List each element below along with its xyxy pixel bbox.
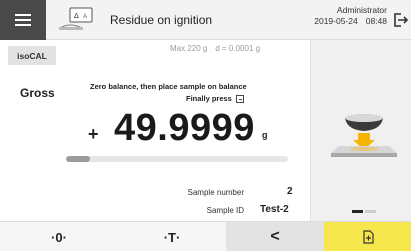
- balance-capacity-info: Max 220 g d = 0.0001 g: [170, 44, 260, 53]
- app-title: Residue on ignition: [110, 13, 213, 27]
- hamburger-menu-icon-bar: [15, 24, 31, 26]
- delta-weighing-icon[interactable]: Δ A: [56, 6, 96, 32]
- max-capacity: Max 220 g: [170, 44, 208, 53]
- accept-document-icon: [362, 230, 374, 244]
- accept-document-icon: [235, 94, 244, 103]
- logout-icon[interactable]: [392, 12, 408, 28]
- header-bar: Δ A Residue on ignition Administrator 20…: [0, 0, 411, 40]
- pager-dot-active[interactable]: [352, 210, 363, 213]
- weighing-progress-bar: [66, 156, 288, 162]
- progress-fill: [66, 156, 91, 162]
- weight-unit: g: [262, 130, 268, 140]
- weight-display: 49.9999: [114, 107, 255, 149]
- pager-dot[interactable]: [365, 210, 376, 213]
- accept-button[interactable]: [324, 222, 411, 251]
- user-datetime: Administrator 2019-05-24 08:48: [314, 5, 387, 27]
- weight-mode-label: Gross: [20, 86, 55, 100]
- place-sample-on-balance-illustration: [331, 114, 397, 157]
- sample-id-value: Test-2: [260, 204, 289, 215]
- weight-sign: +: [88, 124, 99, 144]
- illustration-pager: [352, 210, 376, 213]
- instruction-text: Finally press: [186, 94, 232, 103]
- zero-button[interactable]: ·0·: [0, 222, 118, 251]
- isocal-button[interactable]: isoCAL: [8, 46, 56, 65]
- hamburger-menu-icon-bar: [15, 19, 31, 21]
- menu-button[interactable]: [0, 0, 46, 40]
- illustration-panel: [310, 40, 411, 221]
- instruction-line-1: Zero balance, then place sample on balan…: [90, 82, 247, 91]
- bottom-action-bar: ·0· ·T· <: [0, 221, 411, 251]
- svg-text:Δ: Δ: [74, 12, 79, 20]
- readability: d = 0.0001 g: [215, 44, 261, 53]
- time-text: 08:48: [365, 16, 387, 26]
- hamburger-menu-icon: [15, 14, 31, 16]
- sample-id-label: Sample ID: [206, 206, 244, 215]
- back-button[interactable]: <: [226, 222, 324, 251]
- sample-number-value: 2: [287, 186, 293, 197]
- sample-number-label: Sample number: [187, 188, 244, 197]
- user-name: Administrator: [336, 5, 387, 15]
- date-text: 2019-05-24: [314, 16, 358, 26]
- tare-button[interactable]: ·T·: [118, 222, 226, 251]
- datetime: 2019-05-24 08:48: [314, 16, 387, 27]
- instruction-line-2: Finally press: [186, 94, 244, 103]
